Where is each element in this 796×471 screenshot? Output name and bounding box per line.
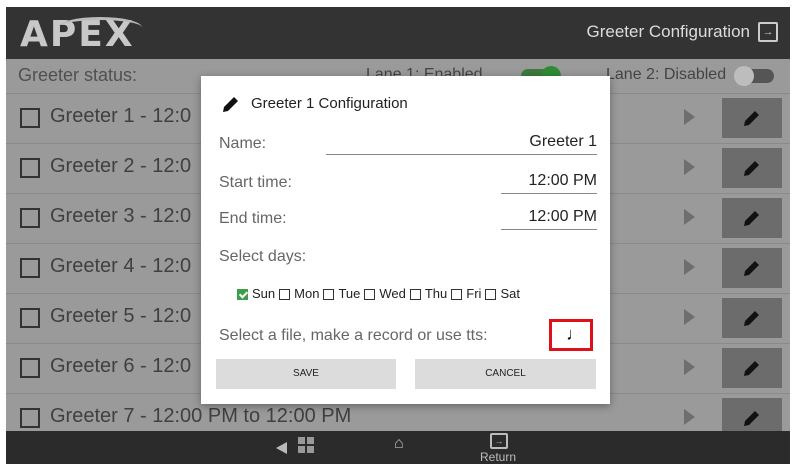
return-icon[interactable]: → (490, 433, 508, 449)
start-time-underline (501, 193, 597, 194)
greeter-config-dialog: Greeter 1 Configuration Name: Greeter 1 … (201, 76, 610, 404)
pencil-icon (744, 211, 759, 226)
greeter-label: Greeter 1 - 12:0 (50, 105, 192, 127)
name-label: Name: (219, 135, 267, 152)
day-fri-checkbox[interactable]: Fri (451, 286, 481, 301)
edit-button[interactable] (722, 348, 782, 388)
day-label: Thu (424, 286, 448, 301)
end-time-underline (501, 229, 597, 230)
greeter-label: Greeter 3 - 12:0 (50, 205, 192, 227)
file-select-label: Select a file, make a record or use tts: (219, 327, 488, 344)
checkbox-icon[interactable] (485, 289, 497, 300)
name-field[interactable]: Greeter 1 (326, 133, 597, 151)
greeter-status-label: Greeter status: (18, 65, 138, 85)
home-icon[interactable]: ⌂ (394, 435, 404, 453)
day-thu-checkbox[interactable]: Thu (409, 286, 448, 301)
greeter-checkbox[interactable] (20, 208, 40, 228)
exit-icon[interactable]: → (758, 22, 778, 42)
day-label: Mon (294, 286, 320, 301)
cancel-button[interactable]: CANCEL (415, 359, 596, 389)
greeter-label: Greeter 5 - 12:0 (50, 305, 192, 327)
pencil-icon (744, 311, 759, 326)
pencil-icon (744, 411, 759, 426)
greeter-label: Greeter 4 - 12:0 (50, 255, 192, 277)
checkbox-icon[interactable] (279, 289, 291, 300)
play-icon[interactable] (684, 359, 695, 375)
edit-button[interactable] (722, 298, 782, 338)
music-note-icon: ♩ (566, 324, 584, 344)
edit-button[interactable] (722, 248, 782, 288)
pencil-icon (744, 161, 759, 176)
day-label: Tue (338, 286, 361, 301)
music-file-button[interactable]: ♩ (549, 319, 593, 351)
play-icon[interactable] (684, 159, 695, 175)
logo-swoosh (58, 17, 142, 38)
pencil-icon (744, 111, 759, 126)
lane2-status: Lane 2: Disabled (606, 66, 727, 83)
play-icon[interactable] (684, 259, 695, 275)
checkbox-icon[interactable] (451, 289, 463, 300)
back-icon[interactable] (276, 442, 287, 454)
grid-icon[interactable] (298, 437, 314, 453)
edit-button[interactable] (722, 198, 782, 238)
play-icon[interactable] (684, 109, 695, 125)
name-underline (326, 154, 597, 155)
day-sat-checkbox[interactable]: Sat (485, 286, 520, 301)
greeter-checkbox[interactable] (20, 258, 40, 278)
day-wed-checkbox[interactable]: Wed (364, 286, 406, 301)
day-label: Sun (252, 286, 276, 301)
edit-button[interactable] (722, 148, 782, 188)
play-icon[interactable] (684, 409, 695, 425)
days-row: Sun Mon Tue Wed Thu Fri Sat (237, 286, 524, 301)
top-bar: APEX Greeter Configuration → (6, 7, 790, 59)
day-label: Fri (466, 286, 482, 301)
day-label: Wed (379, 286, 406, 301)
play-icon[interactable] (684, 309, 695, 325)
checkbox-icon[interactable] (323, 289, 335, 300)
play-icon[interactable] (684, 209, 695, 225)
start-time-field[interactable]: 12:00 PM (501, 172, 597, 190)
start-time-label: Start time: (219, 174, 292, 191)
greeter-checkbox[interactable] (20, 308, 40, 328)
day-sun-checkbox[interactable]: Sun (237, 286, 275, 301)
select-days-label: Select days: (219, 248, 307, 265)
checkbox-icon[interactable] (364, 289, 376, 300)
dialog-title: Greeter 1 Configuration (251, 95, 408, 112)
pencil-icon (744, 361, 759, 376)
return-label[interactable]: Return (480, 450, 516, 464)
save-button[interactable]: SAVE (216, 359, 396, 389)
end-time-field[interactable]: 12:00 PM (501, 208, 597, 226)
edit-button[interactable] (722, 98, 782, 138)
day-mon-checkbox[interactable]: Mon (279, 286, 319, 301)
nav-bar: ⌂ → Return (6, 431, 790, 464)
greeter-label: Greeter 2 - 12:0 (50, 155, 192, 177)
greeter-label: Greeter 7 - 12:00 PM to 12:00 PM (50, 405, 352, 427)
pencil-icon (744, 261, 759, 276)
pencil-icon (223, 97, 238, 112)
page-title: Greeter Configuration (586, 22, 750, 41)
checkbox-icon[interactable] (409, 289, 421, 300)
greeter-checkbox[interactable] (20, 408, 40, 428)
day-label: Sat (500, 286, 520, 301)
greeter-checkbox[interactable] (20, 358, 40, 378)
greeter-checkbox[interactable] (20, 158, 40, 178)
greeter-label: Greeter 6 - 12:0 (50, 355, 192, 377)
checkbox-icon[interactable] (237, 289, 248, 300)
greeter-checkbox[interactable] (20, 108, 40, 128)
day-tue-checkbox[interactable]: Tue (323, 286, 360, 301)
lane2-toggle[interactable] (734, 66, 774, 86)
end-time-label: End time: (219, 210, 287, 227)
